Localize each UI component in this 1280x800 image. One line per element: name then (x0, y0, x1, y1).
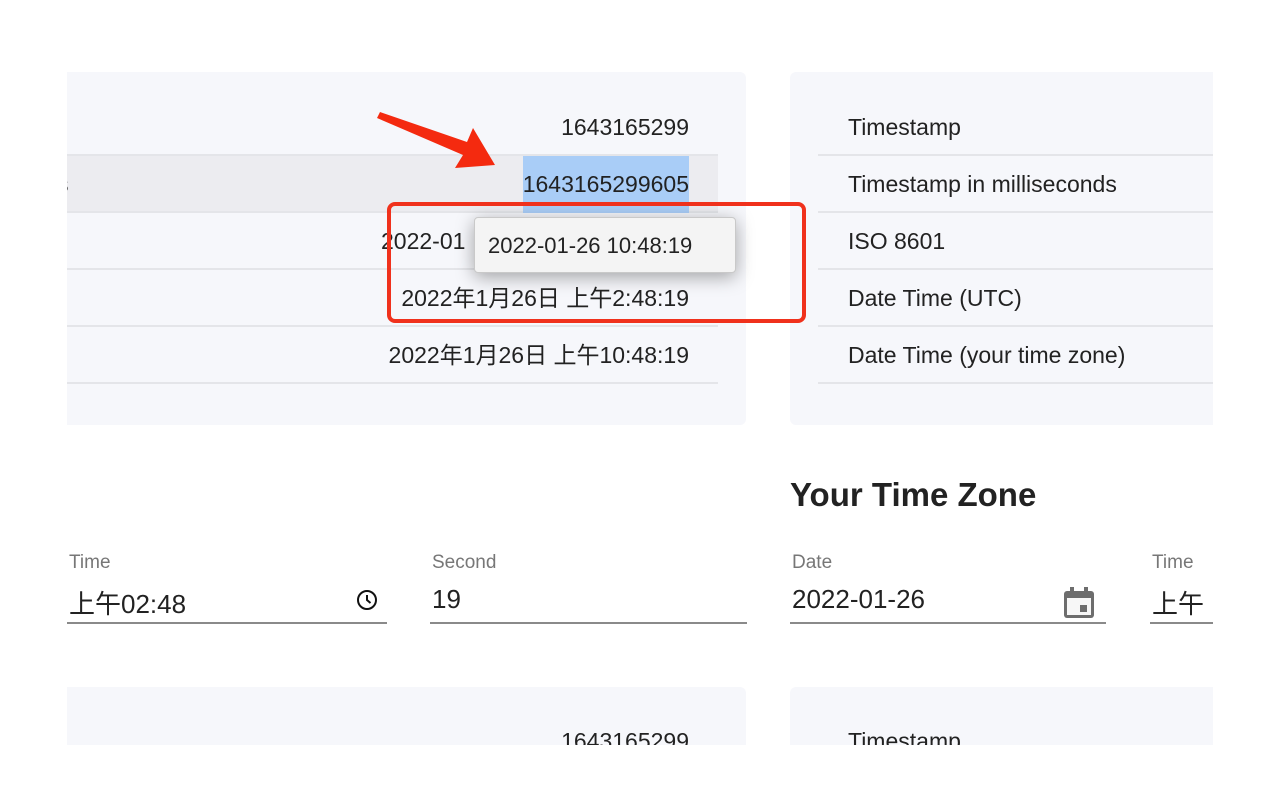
lower-values-card: 1643165299 (67, 687, 746, 745)
calendar-icon[interactable] (1062, 586, 1096, 625)
utc-time-field[interactable]: Time 上午02:48 (67, 552, 387, 624)
annotation-arrow-icon (377, 112, 495, 168)
lower-timestamp-value[interactable]: 1643165299 (561, 728, 689, 745)
second-input[interactable]: 19 (432, 584, 461, 615)
annotation-highlight-box (387, 202, 806, 323)
utc-time-input[interactable]: 上午02:48 (69, 584, 186, 621)
page-viewport: 1643165299 s 1643165299605 2022-01 2022年… (67, 0, 1213, 745)
lower-timestamp-label: Timestamp (848, 728, 961, 745)
label-utc: Date Time (UTC) (848, 285, 1022, 311)
label-iso: ISO 8601 (848, 228, 946, 254)
label-row: Date Time (your time zone) (818, 327, 1213, 384)
your-time-zone-title: Your Time Zone (790, 476, 1037, 513)
label-row: Date Time (UTC) (818, 270, 1213, 327)
label-row: Timestamp in milliseconds (818, 156, 1213, 213)
local-time-label: Time (1152, 552, 1194, 573)
utc-time-label: Time (69, 552, 111, 573)
label-timestamp: Timestamp (848, 114, 961, 140)
lower-labels-card: Timestamp (790, 687, 1213, 745)
label-milliseconds: Timestamp in milliseconds (848, 171, 1117, 197)
label-local: Date Time (your time zone) (848, 342, 1126, 368)
label-row: ISO 8601 (818, 213, 1213, 270)
clock-icon[interactable] (355, 588, 379, 617)
second-label: Second (432, 552, 497, 573)
local-datetime-value[interactable]: 2022年1月26日 上午10:48:19 (389, 327, 689, 384)
value-row-local: ) 2022年1月26日 上午10:48:19 (67, 327, 718, 384)
local-date-input[interactable]: 2022-01-26 (792, 584, 925, 615)
timestamp-value[interactable]: 1643165299 (561, 99, 689, 156)
local-time-field[interactable]: Time 上午 (1150, 552, 1213, 624)
local-time-input[interactable]: 上午 (1152, 584, 1204, 621)
local-date-field[interactable]: Date 2022-01-26 (790, 552, 1106, 624)
timestamp-labels-card: Timestamp Timestamp in milliseconds ISO … (790, 72, 1213, 425)
label-row: Timestamp (818, 99, 1213, 156)
local-date-label: Date (792, 552, 833, 573)
utc-second-field[interactable]: Second 19 (430, 552, 747, 624)
row-label-fragment: s (67, 156, 69, 213)
